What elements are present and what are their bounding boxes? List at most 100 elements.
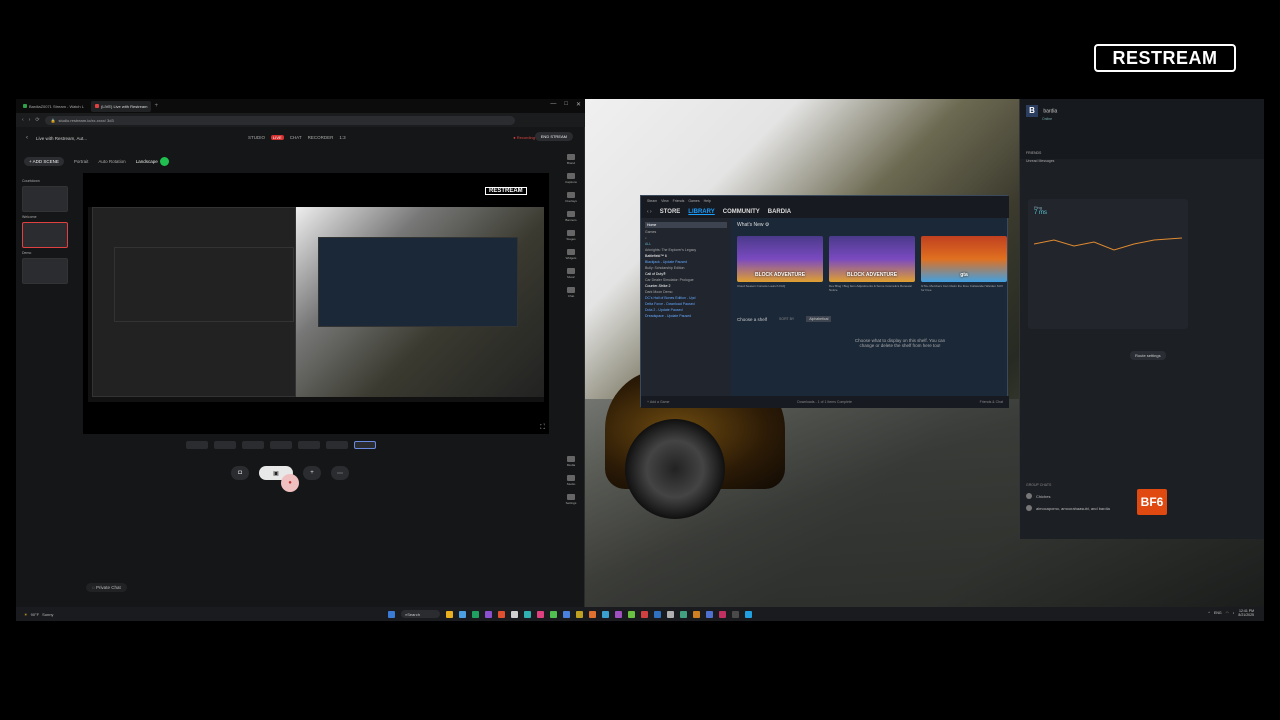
- news-card[interactable]: gta GTA+ Members Can Claim the Free Coil…: [921, 236, 1007, 292]
- steam-back-icon[interactable]: ‹ ›: [647, 209, 652, 215]
- close-button[interactable]: ✕: [576, 101, 581, 108]
- taskbar-app-icon[interactable]: [588, 610, 596, 618]
- language-indicator[interactable]: ENG: [1214, 611, 1222, 615]
- layout-auto-rotation[interactable]: Auto Rotation: [98, 159, 125, 164]
- steam-nav-community[interactable]: COMMUNITY: [723, 209, 760, 215]
- camera-button[interactable]: ◘: [231, 466, 249, 480]
- steam-menu-friends[interactable]: Friends: [673, 199, 685, 203]
- steam-game-item[interactable]: Dreadspace - Update Paused: [645, 314, 727, 318]
- volume-icon[interactable]: ♪: [1233, 611, 1235, 615]
- steam-menu-help[interactable]: Help: [704, 199, 711, 203]
- taskbar-app-icon[interactable]: [627, 610, 635, 618]
- more-options-button[interactable]: ⋯: [331, 466, 349, 480]
- rail-studio[interactable]: Studio: [567, 475, 575, 486]
- taskbar-search[interactable]: ⌕ Search: [401, 610, 440, 618]
- layout-preset[interactable]: [186, 441, 208, 449]
- taskbar-app-icon[interactable]: [653, 610, 661, 618]
- unread-messages-header[interactable]: Unread Messages: [1020, 157, 1264, 165]
- layout-portrait[interactable]: Portrait: [74, 159, 89, 164]
- layout-preset[interactable]: [326, 441, 348, 449]
- taskbar-app-icon[interactable]: [744, 610, 752, 618]
- taskbar-app-icon[interactable]: [523, 610, 531, 618]
- taskbar-app-icon[interactable]: [575, 610, 583, 618]
- microphone-button[interactable]: ●: [281, 474, 299, 492]
- sort-by-dropdown[interactable]: Alphabetical: [806, 316, 832, 322]
- address-bar[interactable]: 🔒 studio.restream.io/xx-xxxx/ 3d3: [44, 115, 515, 125]
- steam-menu-steam[interactable]: Steam: [647, 199, 657, 203]
- steam-game-item[interactable]: DC's Hall of Bones Edition - Upd: [645, 296, 727, 300]
- taskbar-app-icon[interactable]: [484, 610, 492, 618]
- browser-tab-restream[interactable]: (LIVE) Live with Restream: [91, 100, 152, 112]
- forward-icon[interactable]: ›: [29, 117, 31, 123]
- stream-title[interactable]: Live with Restream, Aut...: [36, 136, 87, 141]
- steam-games-filter[interactable]: Games: [645, 230, 727, 234]
- taskbar-app-icon[interactable]: [471, 610, 479, 618]
- steam-game-item[interactable]: Dark Moon Demo: [645, 290, 727, 294]
- clock[interactable]: 12:41 PM 8/21/2025: [1238, 609, 1254, 617]
- news-card[interactable]: BLOCK ADVENTURE Cloud Season Console Lau…: [737, 236, 823, 292]
- steam-game-item[interactable]: Car Dealer Simulator: Prologue: [645, 278, 727, 282]
- friends-username[interactable]: bardia: [1043, 108, 1057, 114]
- scene-thumbnail-welcome[interactable]: [22, 222, 68, 248]
- steam-game-item[interactable]: Call of Duty®: [645, 272, 727, 276]
- add-game-button[interactable]: + Add a Game: [647, 400, 669, 404]
- taskbar-app-icon[interactable]: [562, 610, 570, 618]
- steam-game-item[interactable]: Battlefield™ 6: [645, 254, 727, 258]
- taskbar-app-icon[interactable]: [614, 610, 622, 618]
- taskbar-app-icon[interactable]: [445, 610, 453, 618]
- steam-search-icon[interactable]: ⌕: [645, 236, 727, 240]
- tab-recorder[interactable]: RECORDER: [308, 135, 334, 140]
- rail-brand[interactable]: Brand: [566, 154, 575, 165]
- taskbar-app-icon[interactable]: [601, 610, 609, 618]
- tab-ratio[interactable]: 1:3: [339, 135, 345, 140]
- rail-overlays[interactable]: Overlays: [565, 192, 577, 203]
- news-card[interactable]: BLOCK ADVENTURE Dev Blog / Bug Item Adju…: [829, 236, 915, 292]
- fullscreen-icon[interactable]: ⛶: [540, 424, 545, 432]
- rail-music[interactable]: Music: [567, 268, 575, 279]
- taskbar-app-icon[interactable]: [458, 610, 466, 618]
- private-chat-button[interactable]: ◌ Private Chat: [86, 583, 127, 592]
- steam-game-item[interactable]: Blackjack - Update Paused: [645, 260, 727, 264]
- steam-menu-games[interactable]: Games: [688, 199, 699, 203]
- layout-preset[interactable]: [214, 441, 236, 449]
- rail-stages[interactable]: Stages: [566, 230, 576, 241]
- reload-icon[interactable]: ⟳: [35, 117, 39, 123]
- steam-home-link[interactable]: Home: [645, 222, 727, 228]
- windows-start-icon[interactable]: [388, 610, 395, 618]
- taskbar-app-icon[interactable]: [679, 610, 687, 618]
- layout-preset-selected[interactable]: [354, 441, 376, 449]
- wifi-icon[interactable]: ◠: [1226, 611, 1229, 615]
- browser-tab-twitch[interactable]: BardiaZ0071 Stream - Watch L: [19, 101, 88, 112]
- steam-nav-library[interactable]: LIBRARY: [688, 209, 714, 215]
- rail-settings[interactable]: Settings: [566, 494, 576, 505]
- downloads-status[interactable]: Downloads - 1 of 1 Items Complete: [797, 400, 852, 404]
- stream-preview[interactable]: RESTREAM ⛶: [83, 173, 549, 434]
- taskbar-app-icon[interactable]: [705, 610, 713, 618]
- taskbar-app-icon[interactable]: [510, 610, 518, 618]
- end-stream-button[interactable]: END STREAM: [534, 132, 573, 141]
- back-icon[interactable]: ‹: [22, 117, 24, 123]
- taskbar-app-icon[interactable]: [666, 610, 674, 618]
- add-scene-button[interactable]: + ADD SCENE: [24, 157, 64, 166]
- scene-thumbnail-demo[interactable]: [22, 258, 68, 284]
- studio-back-icon[interactable]: ‹: [26, 135, 28, 141]
- steam-game-item[interactable]: Delta Force - Download Paused: [645, 302, 727, 306]
- tray-overflow-icon[interactable]: ^: [1208, 611, 1210, 615]
- layout-landscape[interactable]: Landscape: [136, 157, 169, 166]
- steam-nav-profile[interactable]: BARDIA: [768, 209, 791, 215]
- rail-widgets[interactable]: Widgets: [566, 249, 576, 260]
- minimize-button[interactable]: —: [550, 101, 556, 108]
- taskbar-app-icon[interactable]: [549, 610, 557, 618]
- choose-shelf-dropdown[interactable]: Choose a shelf: [737, 317, 767, 322]
- taskbar-app-icon[interactable]: [640, 610, 648, 618]
- rail-banners[interactable]: Banners: [565, 211, 577, 222]
- taskbar-app-icon[interactable]: [536, 610, 544, 618]
- taskbar-app-icon[interactable]: [718, 610, 726, 618]
- invite-guest-button[interactable]: +: [303, 466, 321, 480]
- rail-chat[interactable]: Chat: [567, 287, 575, 298]
- scene-thumbnail-countdown[interactable]: [22, 186, 68, 212]
- steam-game-item[interactable]: Dota 2 - Update Paused: [645, 308, 727, 312]
- steam-nav-store[interactable]: STORE: [660, 209, 681, 215]
- steam-game-item[interactable]: Bully: Scholarship Edition: [645, 266, 727, 270]
- bf6-game-badge[interactable]: BF6: [1137, 489, 1167, 515]
